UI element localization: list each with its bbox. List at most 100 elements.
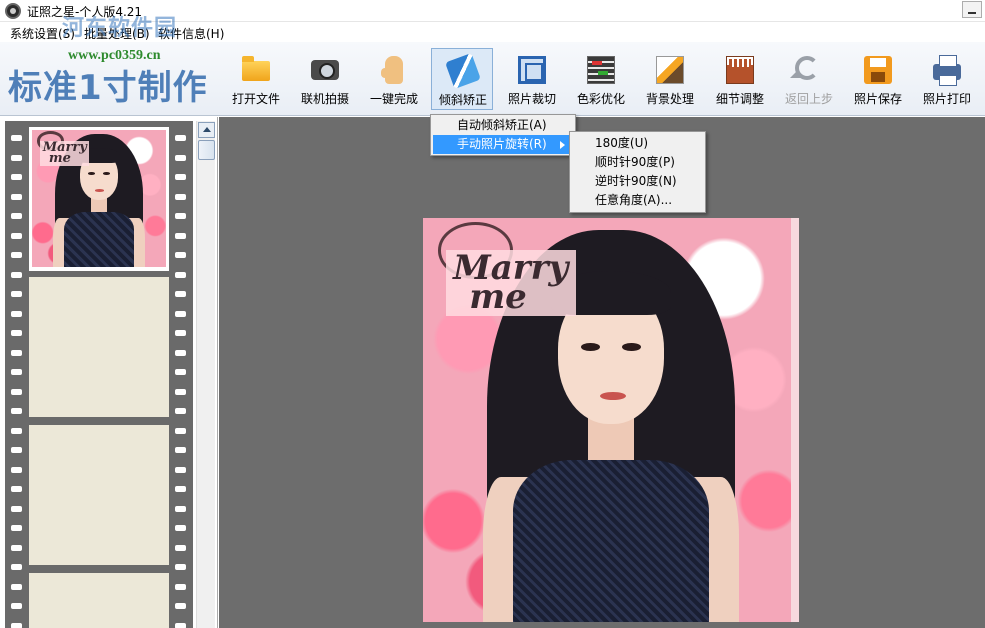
film-sprocket-hole — [175, 310, 186, 317]
film-sprocket-hole — [175, 427, 186, 434]
watermark-url: www.pc0359.cn — [68, 48, 161, 63]
tilt-correct-dropdown: 自动倾斜矫正(A) 手动照片旋转(R) — [430, 114, 576, 156]
color-optimize-label: 色彩优化 — [576, 92, 625, 106]
film-sprocket-hole — [11, 271, 22, 278]
brand-title: 标准1寸制作 — [8, 68, 208, 108]
film-sprocket-hole — [175, 622, 186, 628]
crop-button[interactable]: 照片裁切 — [501, 48, 563, 110]
crop-label: 照片裁切 — [507, 92, 556, 106]
undo-button[interactable]: 返回上步 — [778, 48, 840, 110]
print-photo-button[interactable]: 照片打印 — [916, 48, 978, 110]
camera-icon — [311, 60, 339, 80]
film-sprocket-hole — [175, 583, 186, 590]
one-click-button[interactable]: 一键完成 — [363, 48, 425, 110]
film-sprocket-hole — [11, 193, 22, 200]
printer-icon — [933, 55, 961, 86]
film-sprocket-hole — [11, 330, 22, 336]
menu-item-auto-tilt-correct[interactable]: 自动倾斜矫正(A) — [433, 116, 573, 135]
film-sprocket-hole — [175, 408, 186, 414]
film-sprocket-hole — [175, 349, 186, 356]
crop-icon — [518, 56, 546, 84]
film-sprocket-hole — [175, 603, 186, 609]
thumbnail-scrollbar[interactable] — [196, 121, 215, 628]
thumbnail-frame-empty[interactable] — [29, 573, 169, 628]
hand-icon — [381, 56, 403, 84]
film-sprocket-hole — [175, 213, 186, 219]
menu-item-rotate-ccw-90[interactable]: 逆时针90度(N) — [572, 172, 703, 191]
film-sprocket-hole — [175, 447, 186, 453]
film-sprocket-hole — [11, 349, 22, 356]
save-icon — [864, 56, 892, 84]
watermark-site: 河东软件园 — [62, 15, 178, 41]
film-sprocket-hole — [11, 486, 22, 492]
undo-icon — [790, 56, 819, 80]
camera-capture-button[interactable]: 联机拍摄 — [294, 48, 356, 110]
film-sprocket-hole — [11, 427, 22, 434]
film-sprocket-hole — [175, 486, 186, 492]
film-sprocket-hole — [11, 213, 22, 219]
film-sprocket-hole — [11, 544, 22, 551]
thumbnail-photo: Marry me — [32, 130, 166, 267]
film-sprocket-hole — [11, 525, 22, 531]
background-button[interactable]: 背景处理 — [639, 48, 701, 110]
tilt-correct-label: 倾斜矫正 — [438, 93, 487, 107]
menu-item-manual-rotate[interactable]: 手动照片旋转(R) — [433, 135, 573, 154]
rotate-submenu: 180度(U) 顺时针90度(P) 逆时针90度(N) 任意角度(A)... — [569, 131, 706, 213]
one-click-label: 一键完成 — [369, 92, 418, 106]
film-sprocket-hole — [175, 544, 186, 551]
menu-item-rotate-180[interactable]: 180度(U) — [572, 134, 703, 153]
film-sprocket-hole — [11, 310, 22, 317]
film-sprocket-hole — [175, 564, 186, 570]
film-sprocket-hole — [175, 154, 186, 161]
film-sprocket-hole — [175, 135, 186, 141]
film-sprocket-hole — [175, 271, 186, 278]
film-sprocket-hole — [175, 291, 186, 297]
detail-adjust-button[interactable]: 细节调整 — [709, 48, 771, 110]
detail-adjust-label: 细节调整 — [715, 92, 764, 106]
film-sprocket-hole — [175, 369, 186, 375]
scroll-thumb[interactable] — [198, 140, 215, 160]
open-file-label: 打开文件 — [231, 92, 280, 106]
menu-item-rotate-cw-90[interactable]: 顺时针90度(P) — [572, 153, 703, 172]
film-sprocket-hole — [11, 564, 22, 570]
menu-item-rotate-any-angle[interactable]: 任意角度(A)... — [572, 191, 703, 210]
app-logo-icon — [5, 3, 21, 19]
minimize-button[interactable] — [962, 1, 982, 18]
film-sprocket-hole — [11, 622, 22, 628]
film-sprocket-hole — [11, 505, 22, 512]
save-photo-button[interactable]: 照片保存 — [847, 48, 909, 110]
photo-marry-text: Marry me — [445, 250, 576, 316]
tilt-correct-button[interactable]: 倾斜矫正 — [431, 48, 493, 110]
film-sprocket-hole — [175, 330, 186, 336]
thumbnail-frame-empty[interactable] — [29, 425, 169, 565]
thumbnail-frame-empty[interactable] — [29, 277, 169, 417]
film-sprocket-hole — [11, 408, 22, 414]
film-sprocket-hole — [175, 174, 186, 180]
thumbnail-frame-selected[interactable]: Marry me — [29, 127, 169, 271]
film-strip: Marry me — [5, 121, 193, 628]
film-sprocket-hole — [175, 193, 186, 200]
film-sprocket-hole — [175, 525, 186, 531]
film-sprocket-hole — [11, 174, 22, 180]
thumbnail-marry-text: Marry me — [40, 140, 90, 166]
scroll-up-button[interactable] — [198, 122, 215, 138]
film-sprocket-hole — [11, 135, 22, 141]
film-sprocket-hole — [175, 252, 186, 258]
color-optimize-button[interactable]: 色彩优化 — [570, 48, 632, 110]
film-sprocket-hole — [11, 232, 22, 239]
background-label: 背景处理 — [645, 92, 694, 106]
film-sprocket-hole — [11, 369, 22, 375]
main-photo[interactable]: Marry me — [423, 218, 799, 622]
menu-item-manual-rotate-label: 手动照片旋转(R) — [457, 137, 547, 151]
film-sprocket-hole — [175, 505, 186, 512]
open-file-button[interactable]: 打开文件 — [225, 48, 287, 110]
tilt-correct-icon — [445, 53, 481, 89]
camera-capture-label: 联机拍摄 — [300, 92, 349, 106]
film-sprocket-hole — [175, 466, 186, 473]
film-sprocket-hole — [11, 252, 22, 258]
film-sprocket-hole — [175, 388, 186, 395]
print-photo-label: 照片打印 — [922, 92, 971, 106]
undo-label: 返回上步 — [784, 92, 833, 106]
film-sprocket-hole — [11, 291, 22, 297]
app-window: 证照之星-个人版4.21 系统设置(S) 批量处理(B) 软件信息(H) 标准1… — [0, 0, 985, 628]
